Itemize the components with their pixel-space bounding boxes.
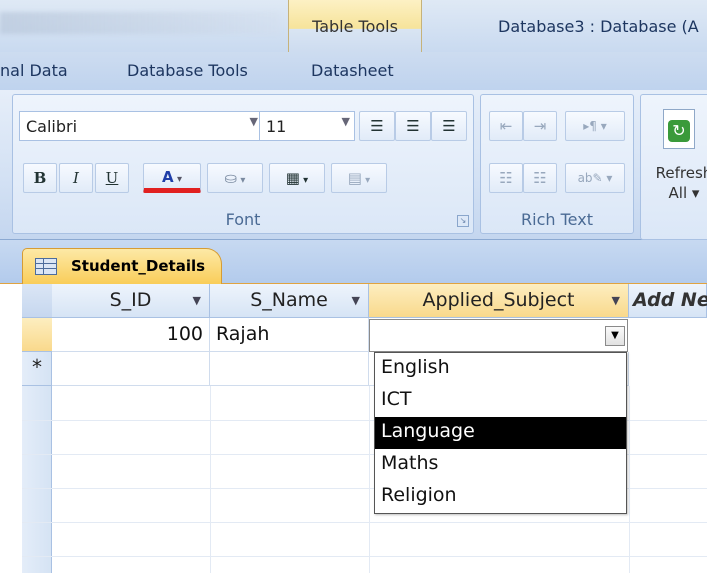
new-cell-s-id[interactable] xyxy=(52,352,210,386)
paint-bucket-icon: ⛀ xyxy=(224,169,238,187)
alternate-fill-button[interactable]: ▤ ▾ xyxy=(331,163,387,193)
refresh-label-line2: All ▾ xyxy=(668,184,700,202)
refresh-label-line1: Refresh xyxy=(655,164,707,182)
outdent-icon: ⇤ xyxy=(499,117,513,135)
decrease-indent-button[interactable]: ⇤ xyxy=(489,111,523,141)
table-fill-icon: ▤ xyxy=(347,169,362,187)
chevron-down-icon: ▼ xyxy=(611,330,619,341)
table-tools-label: Table Tools xyxy=(312,17,398,36)
table-tools-contextual-tab: Table Tools xyxy=(288,0,422,52)
new-cell-s-name[interactable] xyxy=(210,352,369,386)
font-group-label: Font xyxy=(225,210,261,229)
font-name-combo[interactable]: Calibri ▼ xyxy=(19,111,263,141)
cell-s-name[interactable]: Rajah xyxy=(210,318,369,352)
tab-external-data[interactable]: nal Data xyxy=(0,61,68,80)
indent-icon: ⇥ xyxy=(533,117,547,135)
font-name-value: Calibri xyxy=(26,117,78,136)
paragraph-direction-button[interactable]: ▸¶ ▾ xyxy=(565,111,625,141)
numbered-list-icon: ☷ xyxy=(499,169,513,187)
column-header-label: Applied_Subject xyxy=(422,289,575,311)
chevron-down-icon: ▾ xyxy=(173,174,183,185)
increase-indent-button[interactable]: ⇥ xyxy=(523,111,557,141)
gridlines-button[interactable]: ▦ ▾ xyxy=(269,163,325,193)
tab-database-tools[interactable]: Database Tools xyxy=(127,61,248,80)
document-tab-label: Student_Details xyxy=(71,257,206,275)
record-selector-row-1[interactable] xyxy=(22,318,52,352)
refresh-all-button[interactable]: Refresh All ▾ xyxy=(640,94,707,240)
select-all-button[interactable] xyxy=(22,284,52,318)
align-center-button[interactable]: ☰ xyxy=(395,111,431,141)
paragraph-icon: ▸¶ ▾ xyxy=(583,119,607,133)
quick-access-toolbar[interactable] xyxy=(0,12,280,34)
chevron-down-icon: ▼ xyxy=(341,115,350,128)
align-right-button[interactable]: ☰ xyxy=(431,111,467,141)
underline-button[interactable]: U xyxy=(95,163,129,193)
align-right-icon: ☰ xyxy=(442,117,456,135)
grid-line xyxy=(210,386,211,573)
new-record-selector[interactable]: * xyxy=(22,352,52,386)
tab-datasheet[interactable]: Datasheet xyxy=(311,61,394,80)
option-religion[interactable]: Religion xyxy=(375,481,626,513)
align-left-icon: ☰ xyxy=(370,117,384,135)
option-english[interactable]: English xyxy=(375,353,626,385)
cell-s-id[interactable]: 100 xyxy=(52,318,210,352)
column-header-s-name[interactable]: S_Name ▼ xyxy=(210,284,369,318)
option-language[interactable]: Language xyxy=(375,417,626,449)
subject-dropdown-list: English ICT Language Maths Religion xyxy=(374,352,627,514)
column-header-add-new-field[interactable]: Add Ne xyxy=(629,284,707,318)
grid-line xyxy=(22,522,707,523)
combo-dropdown-button[interactable]: ▼ xyxy=(605,326,625,346)
font-group: Calibri ▼ 11 ▼ ☰ ☰ ☰ B I U A ▾ ⛀ ▾ ▦ ▾ ▤… xyxy=(12,94,474,234)
ribbon: Calibri ▼ 11 ▼ ☰ ☰ ☰ B I U A ▾ ⛀ ▾ ▦ ▾ ▤… xyxy=(0,90,707,240)
column-header-s-id[interactable]: S_ID ▼ xyxy=(52,284,210,318)
window-title: Database3 : Database (A xyxy=(498,17,699,36)
rich-text-group: ⇤ ⇥ ▸¶ ▾ ☷ ☷ ab✎ ▾ Rich Text xyxy=(480,94,634,234)
chevron-down-icon[interactable]: ▼ xyxy=(193,294,201,307)
table-icon xyxy=(35,258,57,275)
column-header-label: S_Name xyxy=(250,289,328,311)
bulleted-list-icon: ☷ xyxy=(533,169,547,187)
column-header-label: Add Ne xyxy=(633,289,707,311)
grid-icon: ▦ xyxy=(285,169,300,187)
document-tab-student-details[interactable]: Student_Details xyxy=(22,248,222,284)
grid-line xyxy=(629,386,630,573)
applied-subject-combo[interactable]: ▼ xyxy=(369,319,628,352)
chevron-down-icon: ▾ xyxy=(237,175,246,186)
option-ict[interactable]: ICT xyxy=(375,385,626,417)
option-maths[interactable]: Maths xyxy=(375,449,626,481)
numbering-button[interactable]: ☷ xyxy=(489,163,523,193)
column-header-applied-subject[interactable]: Applied_Subject ▼ xyxy=(369,284,629,318)
align-center-icon: ☰ xyxy=(406,117,420,135)
font-size-combo[interactable]: 11 ▼ xyxy=(259,111,355,141)
chevron-down-icon[interactable]: ▼ xyxy=(352,294,360,307)
grid-line xyxy=(22,556,707,557)
grid-line xyxy=(369,386,370,573)
font-size-value: 11 xyxy=(266,117,287,136)
bullets-button[interactable]: ☷ xyxy=(523,163,557,193)
chevron-down-icon: ▾ xyxy=(361,175,371,186)
chevron-down-icon: ▾ xyxy=(299,175,309,186)
highlight-button[interactable]: ab✎ ▾ xyxy=(565,163,625,193)
fill-color-button[interactable]: ⛀ ▾ xyxy=(207,163,263,193)
font-color-button[interactable]: A ▾ xyxy=(143,163,201,193)
align-left-button[interactable]: ☰ xyxy=(359,111,395,141)
column-header-label: S_ID xyxy=(109,289,152,311)
font-color-letter: A xyxy=(161,168,174,186)
chevron-down-icon: ▼ xyxy=(249,115,258,128)
dialog-launcher-icon[interactable]: ↘ xyxy=(457,215,469,227)
chevron-down-icon[interactable]: ▼ xyxy=(612,294,620,307)
rich-text-group-label: Rich Text xyxy=(521,210,593,229)
italic-button[interactable]: I xyxy=(59,163,93,193)
refresh-icon xyxy=(663,109,695,149)
bold-button[interactable]: B xyxy=(23,163,57,193)
refresh-label: Refresh All ▾ xyxy=(649,163,707,203)
highlighter-icon: ab✎ ▾ xyxy=(577,171,613,185)
